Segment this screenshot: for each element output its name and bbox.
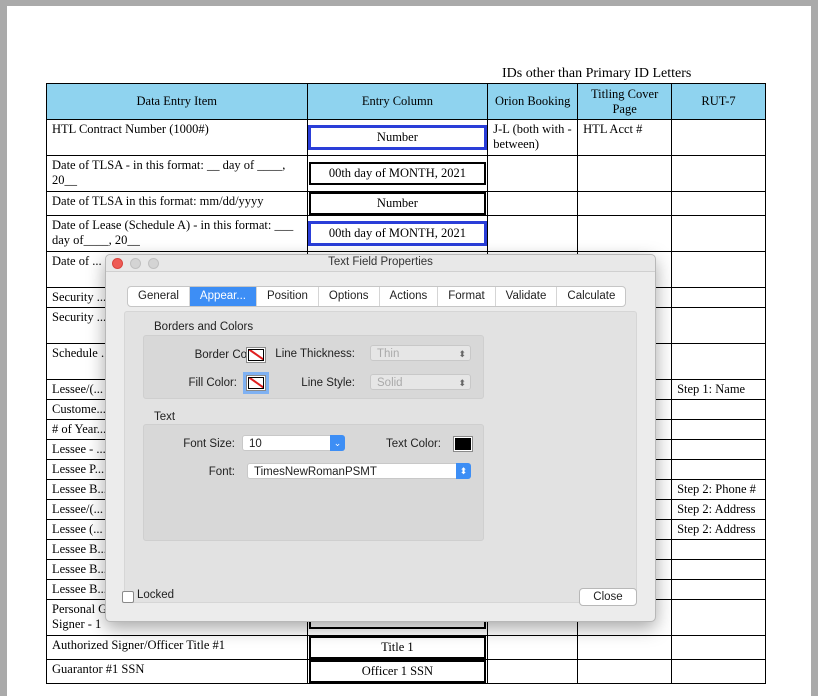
header-titling-cover-page: Titling Cover Page	[577, 83, 673, 120]
fill-color-swatch[interactable]	[246, 375, 266, 391]
table-row: Date of TLSA in this format: mm/dd/yyyy …	[46, 191, 766, 216]
tab-bar: General Appear... Position Options Actio…	[127, 286, 627, 307]
tab-general[interactable]: General	[128, 287, 190, 306]
table-row: HTL Contract Number (1000#) Number J-L (…	[46, 119, 766, 156]
form-field-title-1[interactable]: Title 1	[308, 636, 487, 659]
font-size-label: Font Size:	[183, 438, 235, 450]
table-caption: IDs other than Primary ID Letters	[502, 66, 692, 81]
font-select[interactable]: TimesNewRomanPSMT ⬍	[247, 463, 471, 479]
form-field-officer-1-ssn[interactable]: Officer 1 SSN	[308, 660, 487, 683]
fill-color-label: Fill Color:	[188, 377, 237, 389]
table-row: Authorized Signer/Officer Title #1 Title…	[46, 635, 766, 660]
font-size-value: 10	[249, 438, 262, 450]
dialog-title: Text Field Properties	[328, 256, 433, 268]
tab-calculate[interactable]: Calculate	[557, 287, 625, 306]
font-size-select[interactable]: 10 ⌄	[242, 435, 345, 451]
cell-rut: Step 1: Name	[671, 379, 766, 400]
tab-validate[interactable]: Validate	[496, 287, 558, 306]
font-value: TimesNewRomanPSMT	[254, 466, 377, 478]
locked-checkbox[interactable]	[122, 591, 134, 603]
line-thickness-select[interactable]: Thin ⬍	[370, 345, 471, 361]
text-color-label: Text Color:	[386, 438, 441, 450]
chevron-down-icon: ⌄	[330, 435, 345, 451]
borders-section-title: Borders and Colors	[154, 321, 254, 333]
text-field-properties-dialog: Text Field Properties General Appear... …	[105, 254, 656, 622]
form-field-lease-date[interactable]: 00th day of MONTH, 2021	[308, 221, 487, 246]
line-thickness-value: Thin	[377, 348, 400, 360]
cell-rut: Step 2: Phone #	[671, 479, 766, 500]
no-color-icon	[248, 377, 264, 389]
table-row: Date of Lease (Schedule A) - in this for…	[46, 215, 766, 252]
line-style-label: Line Style:	[301, 377, 355, 389]
cell-item: HTL Contract Number (1000#)	[46, 119, 308, 156]
cell-rut: Step 2: Address	[671, 519, 766, 540]
header-orion-booking: Orion Booking	[487, 83, 579, 120]
header-data-entry-item: Data Entry Item	[46, 83, 308, 120]
cell-item: Guarantor #1 SSN	[46, 659, 308, 684]
text-color-swatch[interactable]	[453, 436, 473, 452]
tab-position[interactable]: Position	[257, 287, 319, 306]
cell-item: Authorized Signer/Officer Title #1	[46, 635, 308, 660]
cell-item: Date of Lease (Schedule A) - in this for…	[46, 215, 308, 252]
cell-item: Date of TLSA in this format: mm/dd/yyyy	[46, 191, 308, 216]
tab-appearance[interactable]: Appear...	[189, 287, 257, 306]
header-rut-7: RUT-7	[671, 83, 766, 120]
table-row: Date of TLSA - in this format: __ day of…	[46, 155, 766, 192]
form-field-tlsa-date[interactable]: 00th day of MONTH, 2021	[308, 162, 487, 185]
cell-orion: J-L (both with -between)	[487, 119, 579, 156]
dialog-titlebar: Text Field Properties	[106, 255, 655, 272]
tab-format[interactable]: Format	[438, 287, 496, 306]
cell-rut: Step 2: Address	[671, 499, 766, 520]
text-section-title: Text	[154, 411, 176, 423]
updown-arrows-icon: ⬍	[456, 463, 471, 479]
form-field-contract-number[interactable]: Number	[308, 125, 487, 150]
cell-item: Date of TLSA - in this format: __ day of…	[46, 155, 308, 192]
updown-arrows-icon: ⬍	[458, 378, 466, 388]
updown-arrows-icon: ⬍	[458, 349, 466, 359]
border-color-swatch[interactable]	[246, 347, 266, 363]
form-field-tlsa-date-numeric[interactable]: Number	[308, 192, 487, 215]
appearance-panel: Borders and Colors Border Color: Line Th…	[124, 311, 637, 603]
cell-titling: HTL Acct #	[577, 119, 673, 156]
tab-options[interactable]: Options	[319, 287, 380, 306]
line-style-select[interactable]: Solid ⬍	[370, 374, 471, 390]
black-color-icon	[455, 438, 471, 450]
no-color-icon	[248, 349, 264, 361]
table-row: Guarantor #1 SSN Officer 1 SSN	[46, 659, 766, 684]
locked-label: Locked	[137, 589, 175, 601]
tab-actions[interactable]: Actions	[380, 287, 439, 306]
line-style-value: Solid	[377, 377, 403, 389]
font-label: Font:	[208, 466, 235, 478]
header-entry-column: Entry Column	[306, 83, 489, 120]
cell-rut	[671, 119, 766, 156]
close-button[interactable]: Close	[579, 588, 637, 606]
line-thickness-label: Line Thickness:	[275, 348, 355, 360]
